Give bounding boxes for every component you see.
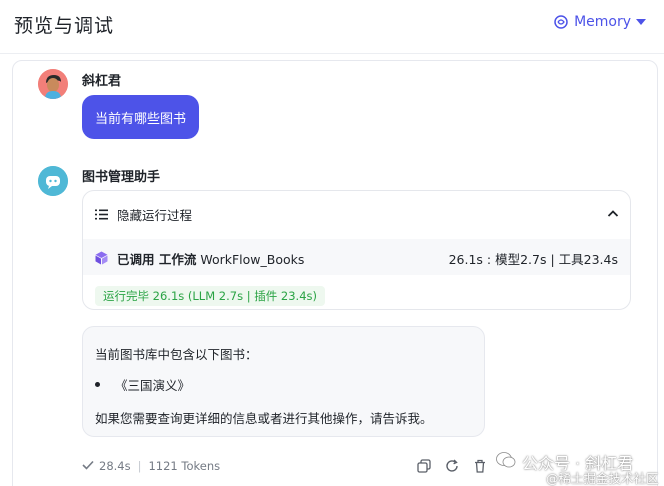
bot-avatar — [38, 166, 68, 196]
list-item: 《三国演义》 — [95, 375, 190, 394]
workflow-called-text: 已调用 工作流 WorkFlow_Books — [117, 249, 304, 268]
copy-icon[interactable] — [417, 458, 431, 477]
answer-outro: 如果您需要查询更详细的信息或者进行其他操作，请告诉我。 — [95, 411, 433, 426]
list-icon — [95, 205, 108, 224]
chevron-up-icon[interactable] — [607, 205, 619, 224]
answer-intro: 当前图书库中包含以下图书： — [95, 347, 258, 362]
stats-separator: | — [137, 459, 142, 473]
memory-brain-icon — [553, 14, 569, 30]
message-actions — [417, 458, 487, 477]
watermark-community: @稀土掘金技术社区 — [546, 471, 659, 486]
memory-label: Memory — [574, 14, 631, 30]
process-toggle-label: 隐藏运行过程 — [117, 207, 193, 223]
run-done-badge: 运行完毕 26.1s (LLM 2.7s | 插件 23.4s) — [95, 286, 325, 306]
bot-answer: 当前图书库中包含以下图书： 《三国演义》 如果您需要查询更详细的信息或者进行其他… — [82, 326, 485, 437]
caret-down-icon — [636, 18, 646, 26]
token-count: 1121 Tokens — [148, 459, 221, 473]
cube-icon — [95, 250, 108, 269]
workflow-call-row[interactable]: 已调用 工作流 WorkFlow_Books 26.1s : 模型2.7s | … — [83, 239, 630, 275]
trash-icon[interactable] — [473, 458, 487, 477]
memory-button[interactable]: Memory — [553, 14, 646, 30]
workflow-name: WorkFlow_Books — [200, 252, 305, 267]
bot-name: 图书管理助手 — [82, 170, 161, 185]
user-message: 当前有哪些图书 — [82, 95, 200, 139]
wechat-logo-icon — [496, 451, 516, 473]
page-title: 预览与调试 — [14, 15, 115, 37]
user-avatar — [38, 69, 68, 99]
message-stats: 28.4s | 1121 Tokens — [82, 459, 220, 473]
check-icon — [82, 459, 94, 473]
answer-item-text: 《三国演义》 — [115, 378, 191, 393]
header: 预览与调试 Memory — [0, 0, 664, 54]
workflow-called-prefix: 已调用 工作流 — [117, 252, 197, 267]
run-process-card: 隐藏运行过程 已调用 工作流 WorkFlow_Books 26.1s : 模型… — [82, 190, 631, 310]
user-name: 斜杠君 — [82, 74, 122, 89]
bullet-icon — [95, 382, 100, 387]
workflow-timing: 26.1s : 模型2.7s | 工具23.4s — [448, 252, 618, 267]
refresh-icon[interactable] — [445, 458, 459, 477]
process-toggle[interactable]: 隐藏运行过程 — [95, 205, 619, 223]
duration: 28.4s — [99, 459, 131, 473]
